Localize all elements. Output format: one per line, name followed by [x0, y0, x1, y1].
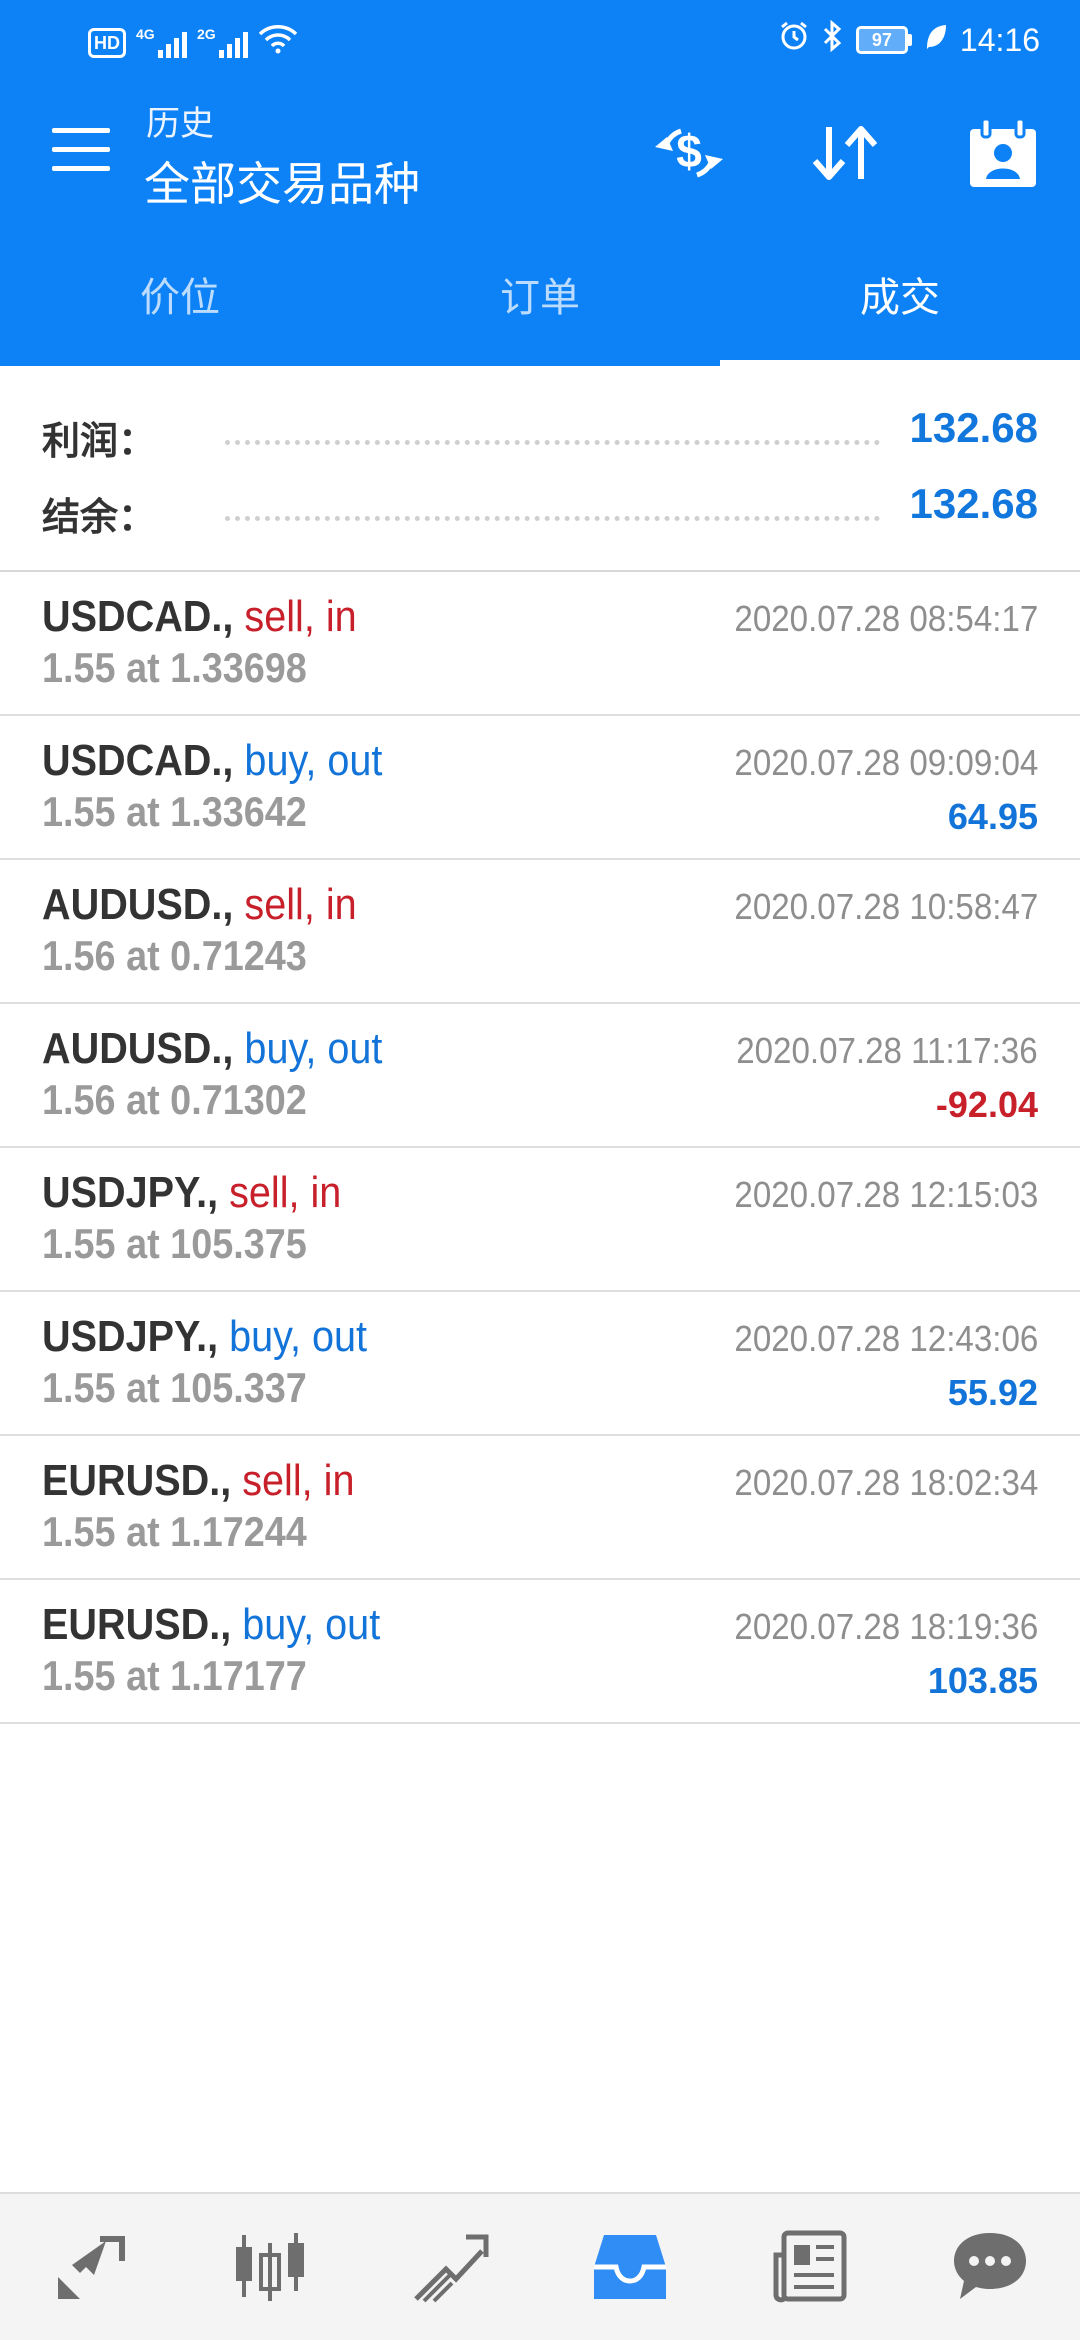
- deal-row[interactable]: AUDUSD., buy, out 1.56 at 0.71302 2020.0…: [0, 1004, 1080, 1148]
- deal-time: 2020.07.28 18:19:36: [734, 1606, 1038, 1647]
- deal-direction: buy, out: [229, 1312, 368, 1361]
- deal-title: EURUSD., sell, in: [42, 1456, 354, 1506]
- battery-level: 97: [855, 26, 908, 54]
- deal-profit: 103.85: [927, 1660, 1038, 1701]
- tab-bar: 价位 订单 成交: [0, 250, 1080, 366]
- sim2-network-label: 2G: [197, 26, 216, 42]
- deal-row[interactable]: EURUSD., sell, in 1.55 at 1.17244 2020.0…: [0, 1436, 1080, 1580]
- calendar-contact-icon[interactable]: [958, 117, 1048, 188]
- messages-chat-icon[interactable]: [900, 2194, 1080, 2340]
- deal-symbol: EURUSD.,: [42, 1456, 232, 1505]
- deal-title: USDCAD., buy, out: [42, 736, 382, 786]
- status-bar-right: 97 14:16: [778, 19, 1040, 60]
- profit-value: 132.68: [909, 404, 1038, 451]
- deal-symbol: AUDUSD.,: [42, 880, 234, 929]
- candlestick-chart-icon[interactable]: [180, 2194, 360, 2340]
- deal-volume-price: 1.56 at 0.71302: [42, 1076, 307, 1123]
- deal-symbol: EURUSD.,: [42, 1600, 232, 1649]
- deal-direction: buy, out: [244, 736, 383, 785]
- balance-dotted-leader: [225, 516, 880, 521]
- tab-quotes[interactable]: 价位: [0, 250, 360, 366]
- deal-title: AUDUSD., sell, in: [42, 880, 357, 930]
- deal-direction: buy, out: [244, 1024, 383, 1073]
- deal-row[interactable]: USDCAD., sell, in 1.55 at 1.33698 2020.0…: [0, 572, 1080, 716]
- deal-time: 2020.07.28 12:15:03: [734, 1174, 1038, 1215]
- deal-volume-price: 1.56 at 0.71243: [42, 932, 307, 979]
- profit-row: 利润： 132.68: [0, 396, 1080, 472]
- profit-label: 利润：: [42, 419, 157, 463]
- deal-profit: 55.92: [947, 1372, 1038, 1413]
- tab-deals[interactable]: 成交: [720, 250, 1080, 366]
- hd-voice-badge: HD: [88, 28, 126, 58]
- deal-time: 2020.07.28 08:54:17: [734, 598, 1038, 639]
- deal-row[interactable]: USDJPY., sell, in 1.55 at 105.375 2020.0…: [0, 1148, 1080, 1292]
- deal-row[interactable]: AUDUSD., sell, in 1.56 at 0.71243 2020.0…: [0, 860, 1080, 1004]
- balance-row: 结余： 132.68: [0, 472, 1080, 548]
- deal-volume-price: 1.55 at 1.33698: [42, 644, 307, 691]
- deal-symbol: USDJPY.,: [42, 1168, 219, 1217]
- deals-list: USDCAD., sell, in 1.55 at 1.33698 2020.0…: [0, 572, 1080, 1724]
- alarm-icon: [778, 20, 810, 60]
- deal-volume-price: 1.55 at 1.33642: [42, 788, 307, 835]
- sim1-signal-icon: 4G: [136, 26, 187, 58]
- leaf-power-saving-icon: [924, 22, 948, 59]
- deal-volume-price: 1.55 at 105.375: [42, 1220, 307, 1267]
- status-time: 14:16: [959, 21, 1040, 58]
- deal-row[interactable]: USDCAD., buy, out 1.55 at 1.33642 2020.0…: [0, 716, 1080, 860]
- deal-row[interactable]: USDJPY., buy, out 1.55 at 105.337 2020.0…: [0, 1292, 1080, 1436]
- deal-time: 2020.07.28 10:58:47: [734, 886, 1038, 927]
- deal-title: EURUSD., buy, out: [42, 1600, 380, 1650]
- deal-symbol: USDCAD.,: [42, 736, 234, 785]
- deal-profit: -92.04: [935, 1084, 1038, 1125]
- deal-title: AUDUSD., buy, out: [42, 1024, 382, 1074]
- deal-direction: sell, in: [244, 880, 357, 929]
- trade-icon[interactable]: [360, 2194, 540, 2340]
- deal-symbol: AUDUSD.,: [42, 1024, 234, 1073]
- app-bar: 历史 全部交易品种 $: [0, 90, 1080, 220]
- balance-label: 结余：: [42, 495, 157, 539]
- deal-volume-price: 1.55 at 1.17244: [42, 1508, 307, 1555]
- deal-direction: buy, out: [242, 1600, 381, 1649]
- deal-time: 2020.07.28 18:02:34: [734, 1462, 1038, 1503]
- deal-title: USDCAD., sell, in: [42, 592, 357, 642]
- page-title[interactable]: 全部交易品种: [144, 148, 420, 214]
- quotes-arrows-icon[interactable]: [0, 2194, 180, 2340]
- profit-dotted-leader: [225, 440, 880, 445]
- deal-volume-price: 1.55 at 1.17177: [42, 1652, 307, 1699]
- sim2-signal-icon: 2G: [197, 26, 248, 58]
- battery-icon: 97: [855, 26, 912, 54]
- deal-symbol: USDJPY.,: [42, 1312, 219, 1361]
- deal-direction: sell, in: [244, 592, 357, 641]
- deal-time: 2020.07.28 12:43:06: [734, 1318, 1038, 1359]
- balance-value: 132.68: [909, 480, 1038, 527]
- deal-direction: sell, in: [229, 1168, 342, 1217]
- deal-time: 2020.07.28 09:09:04: [734, 742, 1038, 783]
- deal-profit: 64.95: [947, 796, 1038, 837]
- bottom-navigation: [0, 2192, 1080, 2340]
- menu-icon[interactable]: [52, 128, 110, 178]
- tab-orders[interactable]: 订单: [360, 250, 720, 366]
- wifi-icon: [258, 22, 298, 58]
- history-summary: 利润： 132.68 结余： 132.68: [0, 366, 1080, 572]
- news-icon[interactable]: [720, 2194, 900, 2340]
- status-bar: HD 4G 2G 97 14:16: [0, 0, 1080, 80]
- sim1-network-label: 4G: [136, 26, 155, 42]
- history-inbox-icon[interactable]: [540, 2194, 720, 2340]
- deal-direction: sell, in: [242, 1456, 355, 1505]
- deal-title: USDJPY., buy, out: [42, 1312, 367, 1362]
- deal-symbol: USDCAD.,: [42, 592, 234, 641]
- status-bar-left: HD 4G 2G: [88, 22, 298, 58]
- deal-time: 2020.07.28 11:17:36: [736, 1030, 1038, 1071]
- bluetooth-icon: [822, 19, 844, 60]
- sort-icon[interactable]: [800, 118, 890, 188]
- page-subtitle: 历史: [146, 104, 214, 144]
- deal-volume-price: 1.55 at 105.337: [42, 1364, 307, 1411]
- deal-row[interactable]: EURUSD., buy, out 1.55 at 1.17177 2020.0…: [0, 1580, 1080, 1724]
- app-header: HD 4G 2G 97 14:16 历史 全部交易品种 $ 价位 订单 成交: [0, 0, 1080, 366]
- currency-exchange-icon[interactable]: $: [644, 118, 734, 188]
- deal-title: USDJPY., sell, in: [42, 1168, 341, 1218]
